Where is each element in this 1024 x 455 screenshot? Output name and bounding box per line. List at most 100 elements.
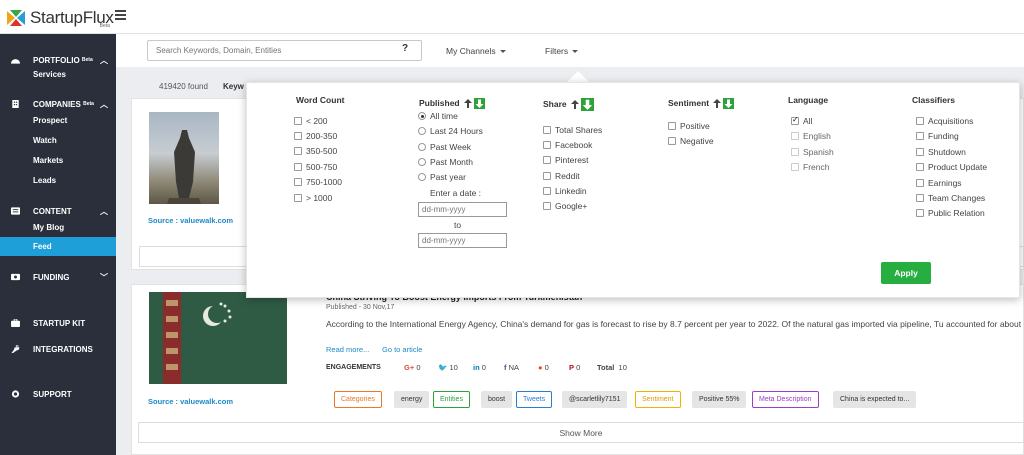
checkbox[interactable]	[916, 179, 924, 187]
sidebar-item-support[interactable]: SUPPORT	[0, 386, 116, 402]
sentiment-option[interactable]: Positive	[668, 121, 710, 131]
checkbox[interactable]	[543, 141, 551, 149]
checkbox[interactable]	[294, 147, 302, 155]
sidebar-item-markets[interactable]: Markets	[0, 151, 116, 170]
sort-descending-icon[interactable]	[473, 98, 485, 110]
language-option[interactable]: French	[791, 162, 829, 172]
read-more-link[interactable]: Read more...	[326, 345, 369, 354]
language-option[interactable]: English	[791, 131, 831, 141]
classifier-option[interactable]: Earnings	[916, 178, 962, 188]
classifier-option[interactable]: Product Update	[916, 162, 987, 172]
radio-button[interactable]	[418, 143, 426, 151]
share-option[interactable]: Reddit	[543, 171, 580, 181]
share-option[interactable]: Facebook	[543, 140, 592, 150]
checkbox[interactable]	[791, 115, 799, 125]
tag-value[interactable]: China is expected to...	[833, 391, 917, 408]
classifier-option[interactable]: Shutdown	[916, 147, 966, 157]
tag-sentiment[interactable]: Sentiment	[635, 391, 681, 408]
published-option[interactable]: All time	[418, 111, 458, 121]
go-to-article-link[interactable]: Go to article	[382, 345, 422, 354]
tag-value[interactable]: energy	[394, 391, 430, 408]
word-count-option[interactable]: 350-500	[294, 146, 337, 156]
hamburger-menu-icon[interactable]	[115, 10, 126, 22]
radio-button[interactable]	[418, 173, 426, 181]
checkbox[interactable]	[543, 187, 551, 195]
checkbox[interactable]	[294, 163, 302, 171]
checkbox[interactable]	[668, 137, 676, 145]
filters-dropdown[interactable]: Filters	[545, 46, 579, 56]
checkbox[interactable]	[294, 132, 302, 140]
published-option[interactable]: Past year	[418, 172, 466, 182]
checkbox[interactable]	[916, 117, 924, 125]
checkbox[interactable]	[294, 178, 302, 186]
sidebar-item-content[interactable]: CONTENT ︿	[0, 203, 116, 219]
sort-ascending-icon[interactable]	[713, 99, 722, 109]
radio-button[interactable]	[418, 127, 426, 135]
sidebar-item-feed[interactable]: Feed	[0, 237, 116, 256]
word-count-option[interactable]: > 1000	[294, 193, 332, 203]
sentiment-option[interactable]: Negative	[668, 136, 714, 146]
sidebar-item-companies[interactable]: COMPANIES Beta ︿	[0, 96, 116, 112]
sidebar-item-prospect[interactable]: Prospect	[0, 111, 116, 130]
app-logo[interactable]: StartupFlux Beta	[6, 7, 114, 29]
sort-descending-icon[interactable]	[723, 98, 735, 110]
checkbox[interactable]	[543, 172, 551, 180]
checkbox[interactable]	[916, 209, 924, 217]
checkbox[interactable]	[543, 126, 551, 134]
word-count-option[interactable]: < 200	[294, 116, 328, 126]
sidebar-item-integrations[interactable]: INTEGRATIONS	[0, 341, 116, 357]
tag-tweets[interactable]: Tweets	[516, 391, 553, 408]
sort-ascending-icon[interactable]	[570, 100, 579, 109]
sort-descending-icon[interactable]	[580, 98, 594, 111]
share-option[interactable]: Pinterest	[543, 155, 589, 165]
search-help-icon[interactable]: ?	[402, 43, 408, 54]
classifier-option[interactable]: Team Changes	[916, 193, 985, 203]
word-count-option[interactable]: 500-750	[294, 162, 337, 172]
classifier-option[interactable]: Acquisitions	[916, 116, 973, 126]
checkbox[interactable]	[668, 122, 676, 130]
checkbox[interactable]	[543, 202, 551, 210]
tag-entities[interactable]: Entities	[433, 391, 470, 408]
article-source[interactable]: Source : valuewalk.com	[148, 397, 233, 406]
classifier-option[interactable]: Public Relation	[916, 208, 985, 218]
radio-button[interactable]	[418, 112, 426, 120]
checkbox[interactable]	[916, 163, 924, 171]
checkbox[interactable]	[791, 132, 799, 140]
sidebar-item-leads[interactable]: Leads	[0, 171, 116, 190]
published-option[interactable]: Past Week	[418, 142, 471, 152]
date-to-input[interactable]	[418, 233, 507, 248]
sidebar-item-my-blog[interactable]: My Blog	[0, 218, 116, 237]
language-option[interactable]: Spanish	[791, 147, 834, 157]
tag-value[interactable]: @scarletlily7151	[562, 391, 628, 408]
sort-ascending-icon[interactable]	[463, 99, 472, 109]
checkbox[interactable]	[791, 163, 799, 171]
language-option[interactable]: All	[791, 115, 812, 126]
published-option[interactable]: Past Month	[418, 157, 473, 167]
tag-value[interactable]: boost	[481, 391, 513, 408]
share-option[interactable]: Linkedin	[543, 186, 587, 196]
article-thumbnail[interactable]	[149, 292, 287, 384]
show-more-button[interactable]: Show More	[138, 422, 1024, 443]
sidebar-item-startup-kit[interactable]: STARTUP KIT	[0, 315, 116, 331]
sidebar-item-watch[interactable]: Watch	[0, 131, 116, 150]
published-option[interactable]: Last 24 Hours	[418, 126, 483, 136]
checkbox[interactable]	[916, 132, 924, 140]
share-option[interactable]: Google+	[543, 201, 587, 211]
my-channels-dropdown[interactable]: My Channels	[446, 46, 506, 56]
checkbox[interactable]	[543, 156, 551, 164]
search-input[interactable]	[147, 40, 422, 61]
word-count-option[interactable]: 200-350	[294, 131, 337, 141]
checkbox[interactable]	[294, 117, 302, 125]
word-count-option[interactable]: 750-1000	[294, 177, 342, 187]
tag-value[interactable]: Positive 55%	[692, 391, 747, 408]
checkbox[interactable]	[791, 148, 799, 156]
sidebar-item-funding[interactable]: FUNDING ﹀	[0, 269, 116, 285]
tag-categories[interactable]: Categories	[334, 391, 382, 408]
checkbox[interactable]	[916, 148, 924, 156]
checkbox[interactable]	[916, 194, 924, 202]
article-thumbnail[interactable]	[149, 112, 219, 204]
apply-filters-button[interactable]: Apply	[881, 262, 931, 284]
article-source[interactable]: Source : valuewalk.com	[148, 216, 233, 225]
tag-meta-description[interactable]: Meta Description	[752, 391, 819, 408]
sidebar-item-services[interactable]: Services	[0, 65, 116, 84]
